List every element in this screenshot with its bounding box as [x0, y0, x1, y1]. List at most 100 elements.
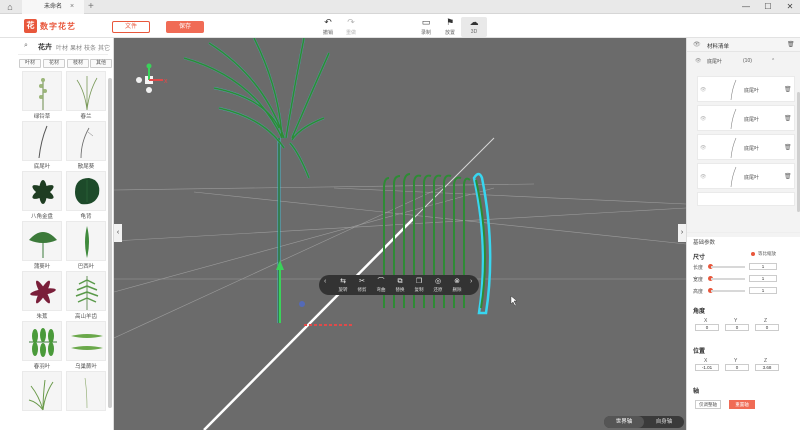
leaf-thumbnail-icon	[730, 137, 737, 159]
material-item[interactable]: 散尾葵	[66, 121, 106, 171]
window-close-icon[interactable]: ✕	[780, 0, 800, 14]
category-tab-others[interactable]: 其它	[98, 43, 110, 52]
trash-icon[interactable]: 🗑	[784, 173, 792, 180]
material-item[interactable]	[66, 371, 106, 421]
position-y-input[interactable]: 0	[725, 364, 749, 371]
3d-view-button[interactable]: ☁ 3D	[461, 17, 487, 37]
eye-icon[interactable]: 👁	[695, 58, 701, 64]
material-item[interactable]: 八角金盘	[22, 171, 62, 221]
copy-button[interactable]: ❐ 复制	[410, 278, 428, 293]
mouse-cursor	[510, 295, 518, 307]
adjust-axis-only-button[interactable]: 仅调整轴	[695, 400, 721, 409]
trash-icon[interactable]: 🗑	[784, 115, 792, 122]
material-item[interactable]: 底尾叶	[22, 121, 62, 171]
search-icon[interactable]: ⌕	[24, 42, 28, 50]
material-item[interactable]	[22, 371, 62, 421]
minimize-icon[interactable]: —	[736, 0, 756, 14]
material-item[interactable]: 朱蕉	[22, 271, 62, 321]
trim-button[interactable]: ✂ 修剪	[353, 278, 371, 293]
subcategory-chip[interactable]: 叶材	[19, 59, 41, 68]
eye-icon[interactable]: 👁	[700, 87, 706, 93]
angle-x-input[interactable]: 0	[695, 324, 719, 331]
category-tab-fruits[interactable]: 果材	[70, 43, 82, 52]
restore-button[interactable]: ◎ 还原	[429, 278, 447, 293]
category-divider	[18, 54, 108, 55]
size-width-slider[interactable]	[711, 278, 745, 280]
3d-viewport[interactable]: x ‹ › ‹ ⇆ 旋转 ✂ 修剪 ⌒ 弯曲 ⧉ 替换 ❐ 复制 ◎ 还原 ⊗ …	[114, 38, 686, 430]
collapse-left-panel-icon[interactable]: ‹	[114, 224, 122, 242]
position-x-input[interactable]: -1.01	[695, 364, 719, 371]
chevron-up-icon[interactable]: ⌃	[771, 58, 775, 64]
place-icon: ⚑	[445, 17, 455, 27]
subcategory-chip[interactable]: 枝材	[67, 59, 89, 68]
file-button[interactable]: 文件	[112, 21, 150, 33]
category-tab-leaves[interactable]: 叶材	[56, 43, 68, 52]
material-thumbnail	[66, 121, 106, 161]
record-icon: ▭	[421, 17, 431, 27]
material-row[interactable]: 👁 底尾叶 🗑	[697, 134, 795, 160]
close-icon[interactable]: ×	[70, 0, 74, 14]
eye-icon[interactable]: 👁	[700, 174, 706, 180]
chevron-right-icon[interactable]: ›	[470, 278, 472, 285]
subcategory-chip[interactable]: 花材	[43, 59, 65, 68]
material-item[interactable]: 春兰	[66, 71, 106, 121]
title-bar: ⌂ 未命名 × + — ☐ ✕	[0, 0, 800, 14]
material-row[interactable]	[697, 192, 795, 206]
material-item[interactable]: 蒲葵叶	[22, 221, 62, 271]
delete-button[interactable]: ⊗ 删除	[448, 278, 466, 293]
category-tab-flowers[interactable]: 花卉	[38, 42, 52, 52]
material-row[interactable]: 👁 底尾叶 🗑	[697, 163, 795, 189]
delete-icon: ⊗	[454, 278, 460, 285]
material-thumbnail	[22, 121, 62, 161]
bend-button[interactable]: ⌒ 弯曲	[372, 278, 390, 293]
redo-icon: ↷	[347, 17, 355, 27]
material-row[interactable]: 👁 底尾叶 🗑	[697, 76, 795, 102]
material-item[interactable]: 绿铃草	[22, 71, 62, 121]
record-button[interactable]: ▭ 录制	[413, 17, 439, 36]
basic-params-title: 基础参数	[693, 240, 716, 246]
material-item[interactable]: 高山羊齿	[66, 271, 106, 321]
radio-dot-icon	[751, 252, 755, 256]
document-tab[interactable]: 未命名	[22, 0, 84, 14]
subcategory-chip[interactable]: 其他	[90, 59, 112, 68]
eye-icon[interactable]: 👁	[700, 145, 706, 151]
angle-z-input[interactable]: 0	[755, 324, 779, 331]
trash-icon[interactable]: 🗑	[784, 86, 792, 93]
material-thumbnail	[66, 71, 106, 111]
size-height-slider[interactable]	[711, 290, 745, 292]
floor-grid	[114, 183, 686, 339]
plus-icon[interactable]: +	[88, 0, 94, 14]
save-button[interactable]: 保存	[166, 21, 204, 33]
chevron-left-icon[interactable]: ‹	[324, 278, 326, 285]
size-length-input[interactable]: 1	[749, 263, 777, 270]
properties-panel: 👁 材料清单 🗑 👁 底尾叶 (10) ⌃ 👁 底尾叶 🗑 👁 底尾叶 🗑 👁 …	[686, 38, 800, 430]
rotate-button[interactable]: ⇆ 旋转	[334, 278, 352, 293]
size-length-slider[interactable]	[711, 266, 745, 268]
material-item[interactable]: 春羽叶	[22, 321, 62, 371]
home-icon[interactable]: ⌂	[3, 1, 17, 13]
material-item[interactable]: 乌巢蕨叶	[66, 321, 106, 371]
place-button[interactable]: ⚑ 放置	[437, 17, 463, 36]
material-row[interactable]: 👁 底尾叶 🗑	[697, 105, 795, 131]
position-z-input[interactable]: 3.68	[755, 364, 779, 371]
collapse-right-panel-icon[interactable]: ›	[678, 224, 686, 242]
reset-axis-button[interactable]: 重置轴	[729, 400, 755, 409]
redo-button[interactable]: ↷ 重做	[338, 17, 364, 36]
replace-button[interactable]: ⧉ 替换	[391, 278, 409, 293]
size-height-input[interactable]: 1	[749, 287, 777, 294]
self-axis-option[interactable]: 自身轴	[644, 416, 684, 428]
maximize-icon[interactable]: ☐	[758, 0, 778, 14]
replace-icon: ⧉	[397, 278, 403, 285]
category-tab-branches[interactable]: 枝条	[84, 43, 96, 52]
eye-icon[interactable]: 👁	[700, 116, 706, 122]
material-item[interactable]: 巴西叶	[66, 221, 106, 271]
scissors-icon: ✂	[359, 278, 365, 285]
eye-icon[interactable]: 👁	[693, 41, 701, 48]
material-item[interactable]: 龟背	[66, 171, 106, 221]
angle-y-input[interactable]: 0	[725, 324, 749, 331]
library-scrollbar[interactable]	[108, 78, 112, 408]
size-width-input[interactable]: 1	[749, 275, 777, 282]
trash-icon[interactable]: 🗑	[784, 144, 792, 151]
world-axis-option[interactable]: 世界轴	[604, 416, 644, 428]
trash-icon[interactable]: 🗑	[787, 41, 795, 48]
